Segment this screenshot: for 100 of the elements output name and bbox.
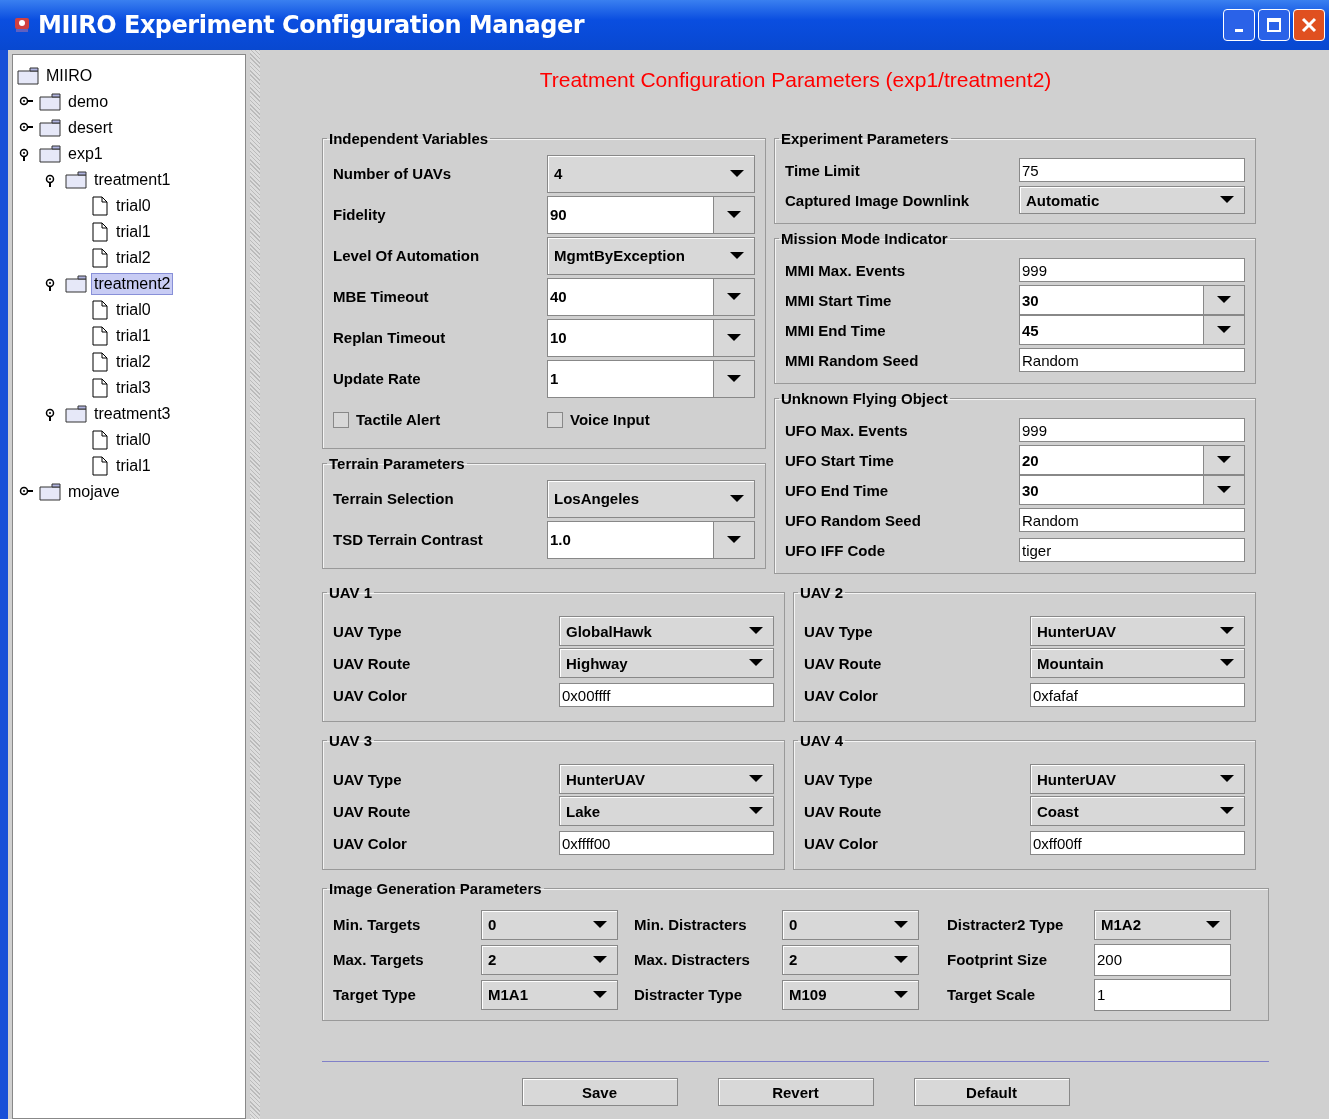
tree-item[interactable]: trial3: [113, 377, 154, 399]
field-label: TSD Terrain Contrast: [333, 531, 484, 548]
dropdown-arrow-button[interactable]: [713, 196, 754, 233]
field-label: Time Limit: [785, 161, 861, 179]
action-button[interactable]: Default: [913, 1078, 1070, 1106]
tree-item[interactable]: trial1: [113, 221, 154, 243]
field-label: UAV Type: [804, 622, 874, 640]
tree-item[interactable]: desert: [65, 117, 116, 139]
close-button[interactable]: [1293, 9, 1325, 41]
dropdown[interactable]: Automatic: [1019, 186, 1245, 214]
text-field[interactable]: 0xfafaf: [1030, 683, 1245, 707]
combo-box[interactable]: 10: [547, 318, 755, 357]
dropdown-arrow-button[interactable]: [713, 278, 754, 315]
tree-item[interactable]: MIIRO: [43, 65, 96, 87]
text-field[interactable]: tiger: [1019, 538, 1245, 562]
dropdown[interactable]: HunterUAV: [1030, 616, 1245, 646]
text-field[interactable]: 999: [1019, 418, 1245, 442]
text-field[interactable]: 999: [1019, 258, 1245, 282]
action-button[interactable]: Revert: [717, 1078, 874, 1106]
tree-item[interactable]: trial0: [113, 429, 154, 451]
field-label: Distracter2 Type: [947, 916, 1065, 933]
dropdown[interactable]: M1A2: [1094, 909, 1231, 940]
checkbox[interactable]: [333, 411, 349, 428]
combo-box[interactable]: 45: [1019, 315, 1245, 345]
text-field[interactable]: 0xff00ff: [1030, 831, 1245, 855]
dropdown[interactable]: HunterUAV: [559, 764, 774, 794]
caret-icon: [730, 494, 744, 503]
dropdown[interactable]: Mountain: [1030, 648, 1245, 678]
dropdown-arrow-button[interactable]: [1203, 286, 1244, 314]
dropdown[interactable]: 0: [782, 909, 919, 940]
checkbox[interactable]: [547, 411, 563, 428]
tree-item[interactable]: treatment1: [91, 169, 174, 191]
dropdown[interactable]: 2: [782, 944, 919, 975]
caret-icon: [749, 627, 763, 635]
tree-item[interactable]: mojave: [65, 481, 123, 503]
field-label: MMI Max. Events: [785, 261, 907, 279]
caret-icon: [1220, 659, 1234, 667]
tree-item[interactable]: trial0: [113, 299, 154, 321]
caret-icon: [1217, 296, 1231, 304]
tree-item[interactable]: treatment2: [91, 273, 174, 295]
tree-item[interactable]: trial2: [113, 351, 154, 373]
dropdown[interactable]: 2: [481, 944, 618, 975]
tree-item[interactable]: treatment3: [91, 403, 174, 425]
tree-item[interactable]: demo: [65, 91, 112, 113]
field-label: UFO IFF Code: [785, 541, 886, 559]
dropdown[interactable]: M109: [782, 979, 919, 1010]
tree-item[interactable]: exp1: [65, 143, 106, 165]
text-field[interactable]: 1: [1094, 978, 1231, 1011]
field-label: Max. Targets: [333, 951, 425, 968]
text-field[interactable]: 0xffff00: [559, 831, 774, 855]
caret-icon: [727, 333, 741, 342]
document-icon: [91, 456, 109, 476]
text-field[interactable]: 75: [1019, 158, 1245, 182]
text-field[interactable]: Random: [1019, 348, 1245, 372]
combo-box[interactable]: 20: [1019, 445, 1245, 475]
combo-box[interactable]: 1.0: [547, 520, 755, 559]
dropdown[interactable]: 4: [547, 154, 755, 193]
document-icon: [91, 222, 109, 242]
field-label: Captured Image Downlink: [785, 191, 971, 209]
caret-icon: [730, 169, 744, 178]
tree-item[interactable]: trial2: [113, 247, 154, 269]
dropdown[interactable]: HunterUAV: [1030, 764, 1245, 794]
text-field[interactable]: Random: [1019, 508, 1245, 532]
dropdown-arrow-button[interactable]: [713, 319, 754, 356]
dropdown-arrow-button[interactable]: [713, 360, 754, 397]
dropdown[interactable]: Highway: [559, 648, 774, 678]
combo-box[interactable]: 90: [547, 195, 755, 234]
text-field[interactable]: 200: [1094, 943, 1231, 976]
tree-item[interactable]: trial1: [113, 455, 154, 477]
combo-box[interactable]: 40: [547, 277, 755, 316]
combo-box[interactable]: 1: [547, 359, 755, 398]
dropdown[interactable]: M1A1: [481, 979, 618, 1010]
dropdown-arrow-button[interactable]: [1203, 316, 1244, 344]
caret-icon: [1217, 486, 1231, 494]
field-label: UAV Color: [804, 686, 879, 704]
combo-box[interactable]: 30: [1019, 475, 1245, 505]
dropdown[interactable]: LosAngeles: [547, 479, 755, 518]
text-field[interactable]: 0x00ffff: [559, 683, 774, 707]
minimize-button[interactable]: [1223, 9, 1255, 41]
group-title: Mission Mode Indicator: [780, 230, 949, 247]
field-label: Max. Distracters: [634, 951, 751, 968]
dropdown[interactable]: MgmtByException: [547, 236, 755, 275]
dropdown-arrow-button[interactable]: [1203, 446, 1244, 474]
dropdown-arrow-button[interactable]: [713, 521, 754, 558]
dropdown[interactable]: 0: [481, 909, 618, 940]
document-icon: [91, 326, 109, 346]
caret-icon: [727, 292, 741, 301]
combo-box[interactable]: 30: [1019, 285, 1245, 315]
action-button[interactable]: Save: [521, 1078, 678, 1106]
dropdown[interactable]: Lake: [559, 796, 774, 826]
caret-icon: [1217, 456, 1231, 464]
dropdown[interactable]: GlobalHawk: [559, 616, 774, 646]
caret-icon: [727, 374, 741, 383]
dropdown[interactable]: Coast: [1030, 796, 1245, 826]
dropdown-arrow-button[interactable]: [1203, 476, 1244, 504]
tree-item[interactable]: trial0: [113, 195, 154, 217]
tree-item[interactable]: trial1: [113, 325, 154, 347]
maximize-button[interactable]: [1258, 9, 1290, 41]
field-label: MMI Random Seed: [785, 351, 920, 369]
caret-icon: [1220, 627, 1234, 635]
